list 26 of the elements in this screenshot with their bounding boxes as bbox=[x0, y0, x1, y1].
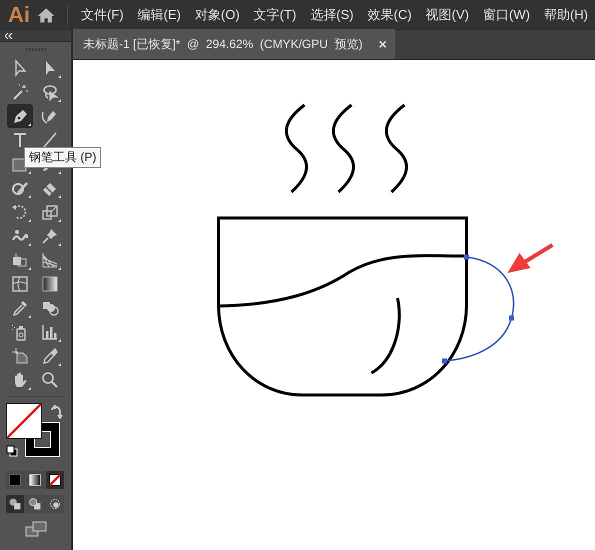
screen-mode-icon[interactable] bbox=[24, 521, 46, 537]
pen-tool-icon[interactable] bbox=[7, 104, 33, 128]
tab-title: 未标题-1 [已恢复]* @ 294.62% (CMYK/GPU 预览) bbox=[83, 36, 363, 53]
collapse-icon[interactable] bbox=[5, 32, 13, 38]
app-logo: Ai bbox=[7, 4, 31, 26]
document-tab[interactable]: 未标题-1 [已恢复]* @ 294.62% (CMYK/GPU 预览) × bbox=[73, 29, 395, 59]
selected-path[interactable] bbox=[442, 254, 514, 364]
close-button[interactable]: × bbox=[378, 37, 387, 51]
menu-item[interactable]: 效果(C) bbox=[360, 4, 419, 24]
gradient-swatch-icon[interactable] bbox=[26, 471, 44, 489]
swap-icon[interactable] bbox=[50, 405, 64, 419]
menu-item[interactable]: 选择(S) bbox=[303, 4, 361, 24]
fill-swatch[interactable] bbox=[6, 403, 42, 439]
menu-item[interactable]: 对象(O) bbox=[188, 4, 247, 24]
none-swatch-icon[interactable] bbox=[46, 471, 64, 489]
menu-item[interactable]: 文件(F) bbox=[74, 4, 131, 24]
menu-item[interactable]: 窗口(W) bbox=[476, 4, 537, 24]
grip-icon[interactable] bbox=[26, 48, 46, 50]
arrow-annotation bbox=[508, 243, 554, 273]
menu-item[interactable]: 视图(V) bbox=[418, 4, 476, 24]
default-colors-icon[interactable] bbox=[6, 445, 18, 457]
draw-normal-icon[interactable] bbox=[6, 495, 24, 513]
menu-item[interactable]: 文字(T) bbox=[246, 4, 304, 24]
tooltip: 钢笔工具 (P) bbox=[24, 147, 102, 168]
menu-item[interactable]: 帮助(H) bbox=[536, 4, 595, 24]
menu-item[interactable]: 编辑(E) bbox=[130, 4, 188, 24]
